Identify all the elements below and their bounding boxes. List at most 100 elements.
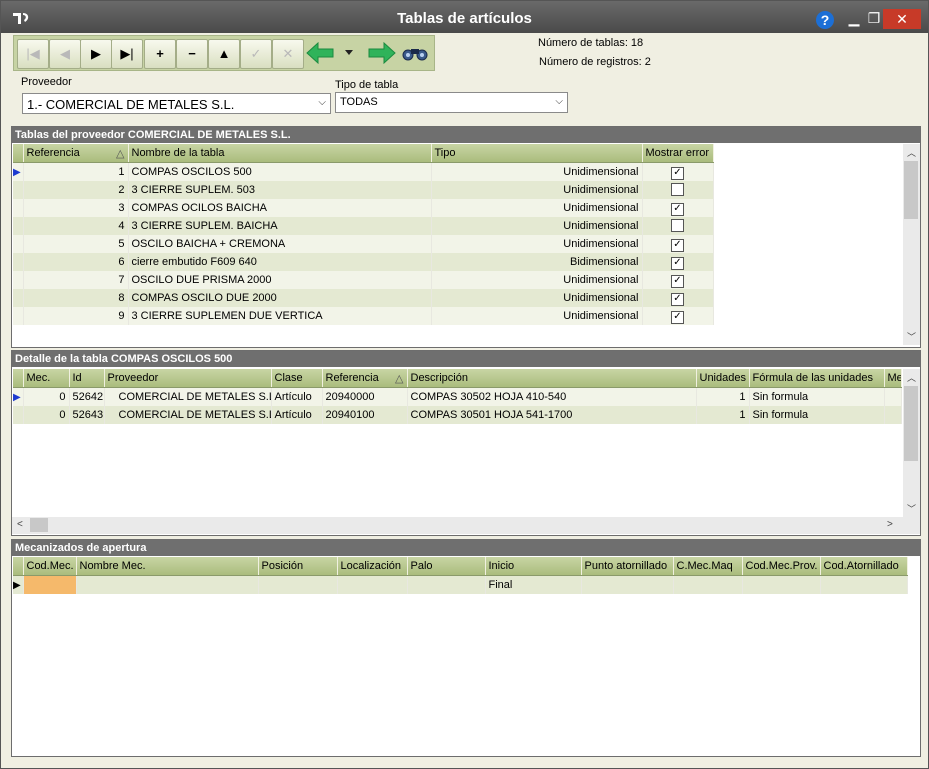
descripcion-cell[interactable]: COMPAS 30502 HOJA 410-540	[407, 387, 697, 406]
mec-cell[interactable]: 0	[23, 387, 70, 406]
referencia-cell[interactable]: 20940100	[322, 406, 408, 424]
cod-mec-cell[interactable]	[23, 575, 77, 594]
nombre-mec-cell[interactable]	[76, 575, 259, 594]
table-row[interactable]: ▶ Final	[13, 575, 908, 594]
scroll-down-icon[interactable]: ﹀	[903, 502, 920, 515]
mostrar-error-checkbox[interactable]: ✓	[671, 167, 684, 180]
next-button[interactable]: ▶	[80, 39, 112, 69]
minimize-button[interactable]: ▁	[843, 10, 865, 26]
column-header-tipo[interactable]: Tipo	[431, 144, 643, 163]
posicion-cell[interactable]	[258, 575, 338, 594]
scrollbar-thumb[interactable]	[904, 161, 918, 219]
last-button[interactable]: ▶|	[111, 39, 143, 69]
tipo-cell[interactable]: Unidimensional	[431, 181, 643, 199]
column-header-clase[interactable]: Clase	[271, 369, 323, 388]
column-header-cod-mec[interactable]: Cod.Mec.	[23, 557, 77, 576]
table-row[interactable]: 7 OSCILO DUE PRISMA 2000 Unidimensional ✓	[13, 271, 714, 289]
c-mec-maq-cell[interactable]	[673, 575, 743, 594]
proveedor-select[interactable]: 1.- COMERCIAL DE METALES S.L. ⌵	[22, 93, 331, 114]
palo-cell[interactable]	[407, 575, 486, 594]
detalle-vertical-scrollbar[interactable]: ︿ ﹀	[903, 369, 920, 517]
tipo-cell[interactable]: Bidimensional	[431, 253, 643, 271]
mostrar-error-checkbox[interactable]: ✓	[671, 203, 684, 216]
column-header-punto-atornillado[interactable]: Punto atornillado	[581, 557, 674, 576]
row-pointer[interactable]: ▶	[13, 162, 24, 181]
first-button[interactable]: |◀	[17, 39, 49, 69]
back-arrow-icon[interactable]	[306, 42, 334, 64]
column-header-inicio[interactable]: Inicio	[485, 557, 582, 576]
table-row[interactable]: 8 COMPAS OSCILO DUE 2000 Unidimensional ✓	[13, 289, 714, 307]
tipo-tabla-select[interactable]: TODAS ⌵	[335, 92, 568, 113]
cancel-button[interactable]: ✕	[272, 39, 304, 69]
tipo-cell[interactable]: Unidimensional	[431, 199, 643, 217]
row-pointer[interactable]	[13, 199, 24, 217]
binoculars-icon[interactable]	[402, 44, 428, 62]
table-row[interactable]: ▶ 1 COMPAS OSCILOS 500 Unidimensional ✓	[13, 162, 714, 181]
referencia-cell[interactable]: 2	[23, 181, 129, 199]
column-header-cod-mec-prov[interactable]: Cod.Mec.Prov.	[742, 557, 821, 576]
mostrar-error-checkbox[interactable]: ✓	[671, 293, 684, 306]
scroll-left-icon[interactable]: <	[17, 519, 23, 530]
nombre-cell[interactable]: 3 CIERRE SUPLEM. BAICHA	[128, 217, 432, 235]
scroll-up-icon[interactable]: ︿	[903, 371, 920, 384]
inicio-cell[interactable]: Final	[485, 575, 582, 594]
column-header-descripcion[interactable]: Descripción	[407, 369, 697, 388]
nombre-cell[interactable]: OSCILO BAICHA + CREMONA	[128, 235, 432, 253]
clase-cell[interactable]: Artículo	[271, 387, 323, 406]
cod-mec-prov-cell[interactable]	[742, 575, 821, 594]
tipo-cell[interactable]: Unidimensional	[431, 162, 643, 181]
referencia-cell[interactable]: 4	[23, 217, 129, 235]
column-header-palo[interactable]: Palo	[407, 557, 486, 576]
help-button[interactable]: ?	[816, 11, 834, 29]
column-header-referencia[interactable]: Referencia △	[322, 369, 408, 388]
nombre-cell[interactable]: cierre embutido F609 640	[128, 253, 432, 271]
mostrar-error-checkbox[interactable]: ✓	[671, 257, 684, 270]
row-pointer[interactable]	[13, 271, 24, 289]
referencia-cell[interactable]: 5	[23, 235, 129, 253]
localizacion-cell[interactable]	[337, 575, 408, 594]
row-pointer[interactable]: ▶	[13, 575, 24, 594]
column-header-cod-atornillado[interactable]: Cod.Atornillado	[820, 557, 908, 576]
mostrar-error-checkbox[interactable]: ✓	[671, 311, 684, 324]
column-header-localizacion[interactable]: Localización	[337, 557, 408, 576]
dropdown-arrow-icon[interactable]	[344, 48, 354, 56]
detalle-horizontal-scrollbar[interactable]: < >	[12, 517, 920, 534]
table-row[interactable]: 3 COMPAS OCILOS BAICHA Unidimensional ✓	[13, 199, 714, 217]
row-pointer[interactable]	[13, 217, 24, 235]
mostrar-error-checkbox[interactable]	[671, 183, 684, 196]
me-cell[interactable]	[884, 387, 902, 406]
table-row[interactable]: 93 CIERRE SUPLEMEN DUE VERTICA Unidimensi…	[13, 307, 714, 325]
column-header-posicion[interactable]: Posición	[258, 557, 338, 576]
row-pointer[interactable]	[13, 181, 24, 199]
column-header-me[interactable]: Me	[884, 369, 902, 388]
tipo-cell[interactable]: Unidimensional	[431, 217, 643, 235]
id-cell[interactable]: 52642	[69, 387, 105, 406]
nombre-cell[interactable]: 3 CIERRE SUPLEM. 503	[128, 181, 432, 199]
add-button[interactable]: +	[144, 39, 176, 69]
scroll-down-icon[interactable]: ﹀	[903, 330, 920, 343]
clase-cell[interactable]: Artículo	[271, 406, 323, 424]
prev-button[interactable]: ◀	[49, 39, 81, 69]
scroll-right-icon[interactable]: >	[887, 519, 893, 530]
column-header-referencia[interactable]: Referencia △	[23, 144, 129, 163]
referencia-cell[interactable]: 8	[23, 289, 129, 307]
row-pointer[interactable]: ▶	[13, 387, 24, 406]
me-cell[interactable]	[884, 406, 902, 424]
nombre-cell[interactable]: OSCILO DUE PRISMA 2000	[128, 271, 432, 289]
id-cell[interactable]: 52643	[69, 406, 105, 424]
mec-cell[interactable]: 0	[23, 406, 70, 424]
column-header-nombre[interactable]: Nombre de la tabla	[128, 144, 432, 163]
unidades-cell[interactable]: 1	[696, 406, 750, 424]
formula-cell[interactable]: Sin formula	[749, 387, 885, 406]
table-row[interactable]: 5 OSCILO BAICHA + CREMONA Unidimensional ✓	[13, 235, 714, 253]
column-header-mec[interactable]: Mec.	[23, 369, 70, 388]
table-row[interactable]: 6 cierre embutido F609 640 Bidimensional ✓	[13, 253, 714, 271]
tipo-cell[interactable]: Unidimensional	[431, 235, 643, 253]
mostrar-error-checkbox[interactable]: ✓	[671, 275, 684, 288]
unidades-cell[interactable]: 1	[696, 387, 750, 406]
column-header-mostrar-error[interactable]: Mostrar error	[642, 144, 714, 163]
column-header-proveedor[interactable]: Proveedor	[104, 369, 272, 388]
table-row[interactable]: 43 CIERRE SUPLEM. BAICHA Unidimensional	[13, 217, 714, 235]
proveedor-cell[interactable]: COMERCIAL DE METALES S.L.	[104, 387, 272, 406]
nombre-cell[interactable]: COMPAS OSCILO DUE 2000	[128, 289, 432, 307]
